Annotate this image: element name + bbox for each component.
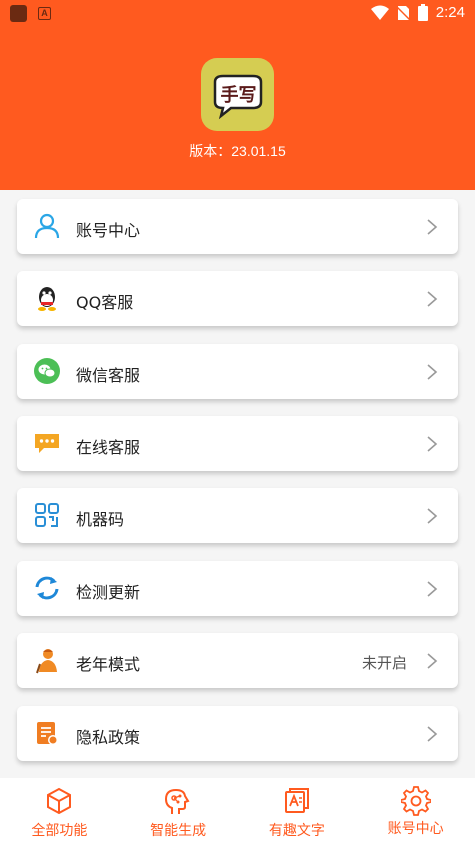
chevron-right-icon (427, 508, 438, 524)
chevron-right-icon (427, 726, 438, 742)
elder-icon (36, 649, 57, 674)
chevron-right-icon (427, 581, 438, 597)
text-doc-icon (284, 788, 309, 813)
tab-label: 全部功能 (31, 823, 88, 839)
no-sim-icon (396, 5, 410, 21)
status-bar: A 2:24 (0, 0, 475, 28)
tab-fun-text[interactable]: 有趣文字 (238, 778, 357, 846)
menu-label: 检测更新 (76, 583, 141, 602)
refresh-icon (35, 576, 59, 600)
menu-label: 老年模式 (76, 655, 141, 674)
menu-item-wechat-service[interactable]: 微信客服 (17, 344, 458, 399)
menu-item-account[interactable]: 账号中心 (17, 199, 458, 254)
document-icon (37, 722, 58, 745)
tab-account-center[interactable]: 账号中心 (356, 778, 475, 846)
user-icon (34, 213, 60, 239)
wechat-icon (34, 358, 60, 384)
app-logo: 手写 (201, 58, 274, 131)
menu-item-elder-mode[interactable]: 老年模式 未开启 (17, 633, 458, 688)
app-logo-text: 手写 (220, 85, 257, 106)
menu-item-online-service[interactable]: 在线客服 (17, 416, 458, 471)
chat-bubble-icon (35, 434, 59, 453)
gear-icon (400, 786, 431, 816)
tab-all-features[interactable]: 全部功能 (0, 778, 119, 846)
elder-mode-status: 未开启 (361, 654, 407, 672)
cube-icon (47, 787, 72, 815)
notification-a-icon: A (38, 7, 51, 20)
menu-label: 隐私政策 (76, 728, 141, 747)
chevron-right-icon (427, 364, 438, 380)
ai-head-icon (165, 788, 190, 814)
menu-label: 机器码 (76, 510, 125, 529)
battery-icon (417, 4, 428, 21)
chevron-right-icon (427, 436, 438, 452)
qr-code-icon (35, 503, 59, 527)
menu-item-qq-service[interactable]: QQ客服 (17, 271, 458, 326)
tab-label: 账号中心 (387, 821, 444, 837)
version-text: 版本：23.01.15 (189, 143, 286, 159)
tab-smart-generate[interactable]: 智能生成 (119, 778, 238, 846)
menu-label: 账号中心 (76, 221, 141, 240)
chevron-right-icon (427, 653, 438, 669)
menu-label: QQ客服 (76, 293, 134, 312)
bottom-tab-bar: 全部功能 智能生成 有趣文字 账号中心 (0, 778, 475, 846)
wifi-icon (370, 5, 389, 20)
tab-label: 智能生成 (150, 823, 207, 839)
menu-item-machine-code[interactable]: 机器码 (17, 488, 458, 543)
qq-icon (38, 287, 56, 311)
chevron-right-icon (427, 291, 438, 307)
tab-label: 有趣文字 (268, 823, 325, 839)
status-time: 2:24 (435, 4, 465, 21)
menu-label: 微信客服 (76, 366, 141, 385)
menu-item-check-update[interactable]: 检测更新 (17, 561, 458, 616)
notification-app-icon (10, 5, 27, 22)
chevron-right-icon (427, 219, 438, 235)
menu-label: 在线客服 (76, 438, 141, 457)
menu-item-privacy-policy[interactable]: 隐私政策 (17, 706, 458, 761)
